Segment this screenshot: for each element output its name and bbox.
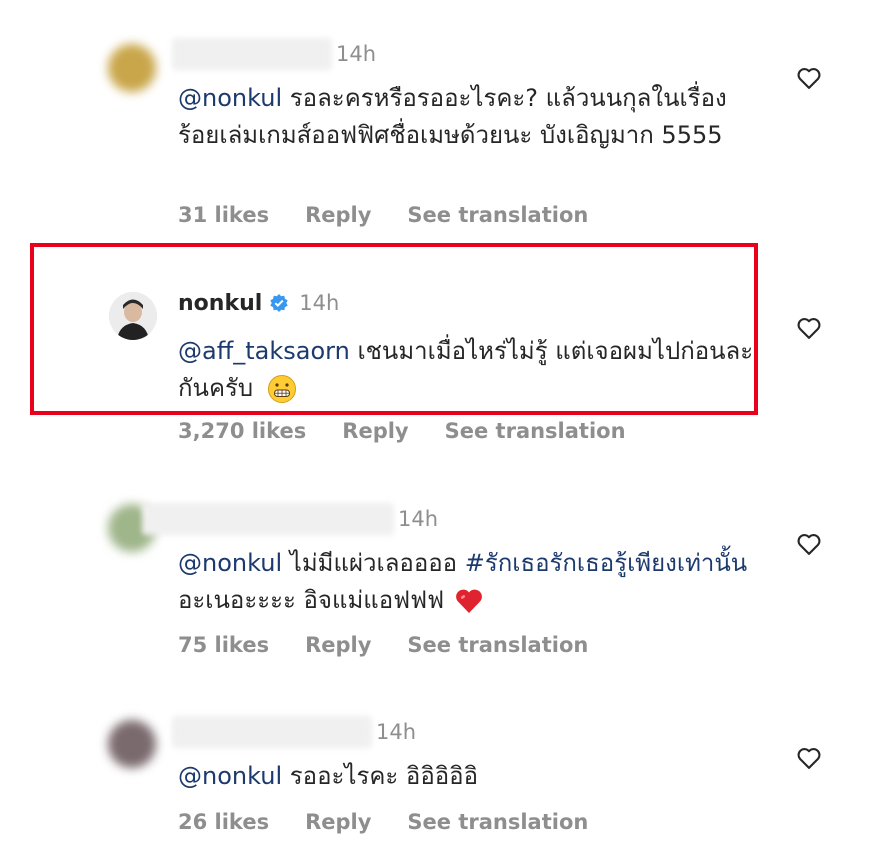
redacted-username <box>172 38 332 70</box>
mention-link[interactable]: @nonkul <box>178 549 282 577</box>
comment-text: @nonkul ไม่มีแผ่วเลออออ #รักเธอรักเธอรู้… <box>178 545 758 619</box>
redacted-username <box>172 716 372 748</box>
comment-body-tail: อะเนอะะะะ อิจแม่แอฟฟฟ <box>178 586 445 614</box>
avatar[interactable] <box>109 292 157 340</box>
timestamp: 14h <box>398 507 439 531</box>
comment-body: รออะไรคะ อิอิอิอิอิ <box>282 762 478 790</box>
avatar[interactable] <box>108 44 156 92</box>
comment-actions: 26 likes Reply See translation <box>178 810 624 834</box>
likes-count[interactable]: 75 likes <box>178 633 269 657</box>
red-heart-emoji-icon <box>455 589 482 613</box>
mention-link[interactable]: @nonkul <box>178 762 282 790</box>
comment-text: @aff_taksaorn เชนมาเมื่อไหร่ไม่รู้ แต่เจ… <box>178 333 758 407</box>
see-translation-button[interactable]: See translation <box>407 203 588 227</box>
heart-outline-icon[interactable] <box>795 64 823 92</box>
mention-link[interactable]: @aff_taksaorn <box>178 337 350 365</box>
avatar[interactable] <box>108 720 156 768</box>
comment-actions: 31 likes Reply See translation <box>178 203 624 227</box>
heart-outline-icon[interactable] <box>795 744 823 772</box>
redacted-username <box>142 503 394 535</box>
reply-button[interactable]: Reply <box>305 633 371 657</box>
username[interactable]: nonkul <box>178 291 262 316</box>
likes-count[interactable]: 26 likes <box>178 810 269 834</box>
reply-button[interactable]: Reply <box>342 419 408 443</box>
verified-badge-icon <box>270 294 288 312</box>
reply-button[interactable]: Reply <box>305 203 371 227</box>
comment-actions: 75 likes Reply See translation <box>178 633 624 657</box>
comment-header: nonkul 14h <box>178 283 339 323</box>
reply-button[interactable]: Reply <box>305 810 371 834</box>
see-translation-button[interactable]: See translation <box>407 810 588 834</box>
grimace-emoji-icon <box>267 375 296 403</box>
profile-photo <box>109 292 157 340</box>
timestamp: 14h <box>336 42 377 66</box>
hashtag-link[interactable]: #รักเธอรักเธอรู้เพียงเท่านั้น <box>465 549 748 577</box>
comment-text: @nonkul รอละครหรือรออะไรคะ? แล้วนนกุลในเ… <box>178 80 758 154</box>
comment-header: 14h <box>172 712 416 752</box>
comment-header: 14h <box>172 34 376 74</box>
timestamp: 14h <box>376 720 417 744</box>
see-translation-button[interactable]: See translation <box>445 419 626 443</box>
heart-outline-icon[interactable] <box>795 314 823 342</box>
comment-actions: 3,270 likes Reply See translation <box>178 419 662 443</box>
heart-outline-icon[interactable] <box>795 530 823 558</box>
comment-header: 14h <box>142 499 438 539</box>
mention-link[interactable]: @nonkul <box>178 84 282 112</box>
likes-count[interactable]: 31 likes <box>178 203 269 227</box>
see-translation-button[interactable]: See translation <box>407 633 588 657</box>
timestamp: 14h <box>299 291 340 315</box>
likes-count[interactable]: 3,270 likes <box>178 419 306 443</box>
comment-text: @nonkul รออะไรคะ อิอิอิอิอิ <box>178 758 758 795</box>
comment-body: ไม่มีแผ่วเลออออ <box>282 549 465 577</box>
